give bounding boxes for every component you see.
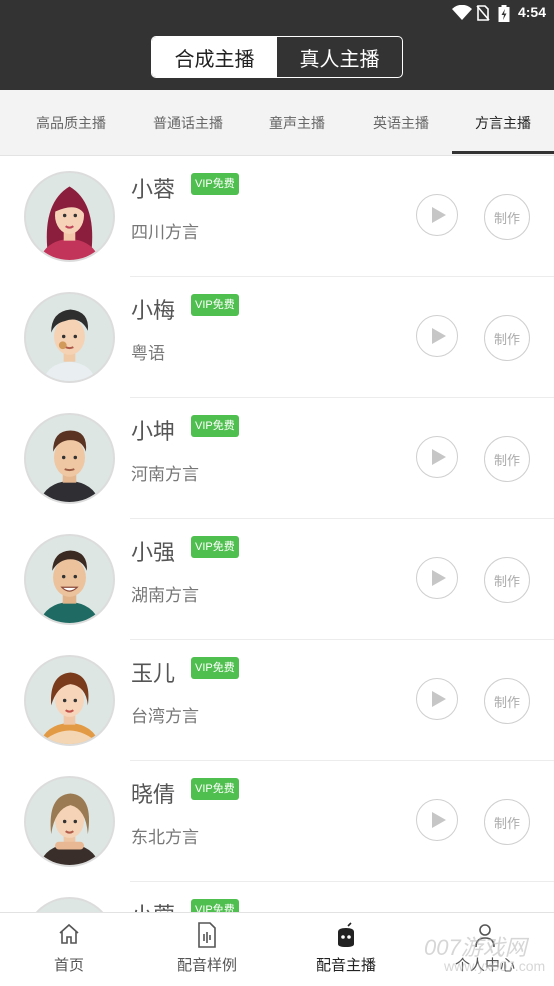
- make-button[interactable]: 制作: [484, 678, 530, 724]
- list-item[interactable]: 玉儿 VIP免费 台湾方言 制作: [0, 640, 554, 761]
- play-icon: [432, 812, 446, 828]
- play-button[interactable]: [416, 436, 458, 478]
- play-button[interactable]: [416, 799, 458, 841]
- voice-dialect: 河南方言: [131, 465, 199, 485]
- nav-samples[interactable]: 配音样例: [166, 913, 248, 986]
- audio-file-icon: [196, 922, 218, 948]
- voice-name: 小蓉: [131, 178, 176, 203]
- home-icon: [57, 922, 81, 948]
- list-item[interactable]: 小蓉 VIP免费 四川方言 制作: [0, 156, 554, 277]
- vip-badge: VIP免费: [191, 294, 239, 316]
- nav-home[interactable]: 首页: [28, 913, 110, 986]
- make-button[interactable]: 制作: [484, 557, 530, 603]
- app-screen: 4:54 合成主播 真人主播 高品质主播 普通话主播 童声主播 英语主播 方言主…: [0, 0, 554, 986]
- make-button[interactable]: 制作: [484, 194, 530, 240]
- voice-name: 小蓉: [131, 898, 175, 912]
- wifi-icon: [452, 4, 472, 25]
- avatar: [24, 776, 115, 867]
- tab-dialect[interactable]: 方言主播: [452, 90, 554, 156]
- list-item[interactable]: 小蓉 VIP免费: [0, 882, 554, 912]
- robot-icon: [334, 922, 358, 948]
- header: 4:54 合成主播 真人主播: [0, 0, 554, 90]
- tab-child-voice[interactable]: 童声主播: [246, 90, 348, 156]
- play-button[interactable]: [416, 194, 458, 236]
- nav-label: 首页: [53, 956, 84, 974]
- vip-badge: VIP免费: [191, 536, 239, 558]
- make-button[interactable]: 制作: [484, 799, 530, 845]
- nav-label: 配音样例: [176, 956, 237, 974]
- nav-label: 配音主播: [315, 956, 376, 974]
- play-icon: [432, 449, 446, 465]
- tab-english[interactable]: 英语主播: [350, 90, 452, 156]
- voice-name: 小坤: [131, 420, 176, 445]
- voice-dialect: 湖南方言: [131, 586, 199, 606]
- mode-option-synthetic[interactable]: 合成主播: [152, 37, 277, 77]
- avatar: [24, 292, 115, 383]
- status-time: 4:54: [517, 4, 546, 20]
- voice-name: 晓倩: [131, 783, 176, 808]
- list-item[interactable]: 小强 VIP免费 湖南方言 制作: [0, 519, 554, 640]
- avatar: [24, 897, 115, 912]
- voice-dialect: 四川方言: [131, 223, 199, 243]
- tab-mandarin[interactable]: 普通话主播: [118, 90, 258, 156]
- voice-dialect: 台湾方言: [131, 707, 199, 727]
- avatar: [24, 171, 115, 262]
- play-button[interactable]: [416, 315, 458, 357]
- vip-badge: VIP免费: [191, 415, 239, 437]
- mode-switch: 合成主播 真人主播: [151, 36, 403, 78]
- play-icon: [432, 328, 446, 344]
- active-tab-indicator: [452, 151, 554, 154]
- play-icon: [432, 207, 446, 223]
- vip-badge: VIP免费: [191, 778, 239, 800]
- battery-icon: [498, 5, 510, 26]
- category-tabs: 高品质主播 普通话主播 童声主播 英语主播 方言主播: [0, 90, 554, 156]
- play-button[interactable]: [416, 557, 458, 599]
- vip-badge: VIP免费: [191, 899, 239, 912]
- vip-badge: VIP免费: [191, 657, 239, 679]
- list-item[interactable]: 小坤 VIP免费 河南方言 制作: [0, 398, 554, 519]
- watermark-url: www.yx007.com: [444, 958, 546, 974]
- list-item[interactable]: 小梅 VIP免费 粤语 制作: [0, 277, 554, 398]
- no-sim-icon: [476, 5, 490, 25]
- voice-name: 小强: [131, 541, 176, 566]
- nav-voices[interactable]: 配音主播: [304, 913, 388, 986]
- play-icon: [432, 570, 446, 586]
- voice-dialect: 粤语: [131, 344, 165, 364]
- voice-list: 小蓉 VIP免费 四川方言 制作 小梅 VIP免费 粤语 制作 小坤 VIP免费…: [0, 156, 554, 912]
- avatar: [24, 655, 115, 746]
- play-icon: [432, 691, 446, 707]
- mode-option-real-person[interactable]: 真人主播: [277, 37, 402, 77]
- voice-name: 小梅: [131, 299, 176, 324]
- avatar: [24, 413, 115, 504]
- voice-name: 玉儿: [131, 662, 176, 687]
- status-bar: 4:54: [0, 0, 554, 26]
- make-button[interactable]: 制作: [484, 436, 530, 482]
- play-button[interactable]: [416, 678, 458, 720]
- list-item[interactable]: 晓倩 VIP免费 东北方言 制作: [0, 761, 554, 882]
- make-button[interactable]: 制作: [484, 315, 530, 361]
- voice-dialect: 东北方言: [131, 828, 199, 848]
- avatar: [24, 534, 115, 625]
- vip-badge: VIP免费: [191, 173, 239, 195]
